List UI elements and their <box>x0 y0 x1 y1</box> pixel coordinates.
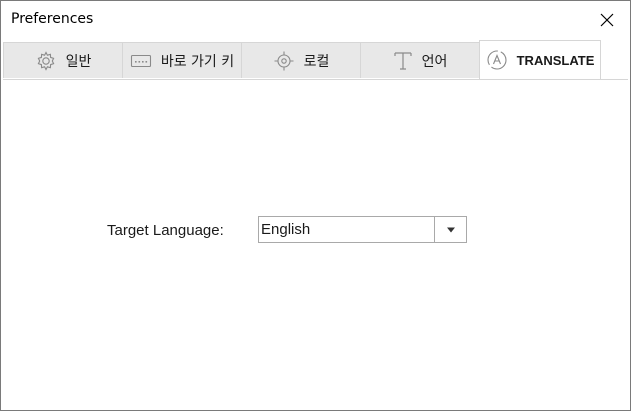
close-button[interactable] <box>584 1 630 39</box>
tab-language[interactable]: 언어 <box>360 42 480 78</box>
tab-language-label: 언어 <box>421 53 448 70</box>
target-language-label: Target Language: <box>107 222 224 239</box>
tab-shortcut-keys[interactable]: 바로 가기 키 <box>122 42 242 78</box>
tab-local-label: 로컬 <box>303 53 330 70</box>
dropdown-button[interactable] <box>434 217 466 242</box>
translate-panel: Target Language: English <box>3 80 628 408</box>
target-language-select[interactable]: English <box>258 216 467 243</box>
tab-shortcut-keys-label: 바로 가기 키 <box>160 53 235 70</box>
tab-translate[interactable]: TRANSLATE <box>479 40 601 79</box>
tab-general-label: 일반 <box>65 53 92 70</box>
chevron-down-icon <box>446 227 455 232</box>
close-icon <box>600 13 614 27</box>
window-title: Preferences <box>11 11 94 27</box>
tab-general[interactable]: 일반 <box>3 42 123 78</box>
translate-a-icon <box>486 49 508 71</box>
title-bar: Preferences <box>1 1 630 39</box>
keyboard-icon <box>130 53 152 69</box>
gear-icon <box>35 50 57 72</box>
tab-bar: 일반 바로 가기 키 로컬 언어 TRANSLATE <box>3 39 628 80</box>
tab-local[interactable]: 로컬 <box>241 42 361 78</box>
tab-translate-label: TRANSLATE <box>516 52 595 68</box>
preferences-window: Preferences 일반 바로 가기 키 로컬 언어 TRANSLATE T… <box>0 0 631 411</box>
text-t-icon <box>393 50 413 72</box>
location-target-icon <box>273 50 295 72</box>
target-language-value: English <box>261 221 311 238</box>
